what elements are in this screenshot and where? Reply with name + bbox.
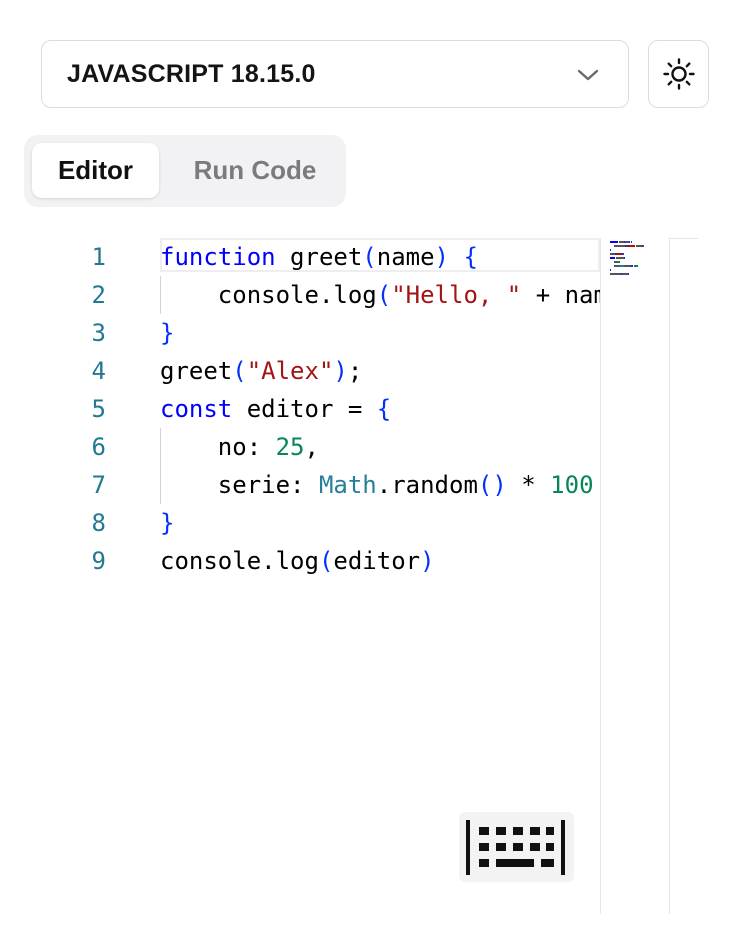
code-line: function greet(name) { [160,238,478,276]
line-number: 5 [91,395,106,423]
keyboard-icon [466,820,565,875]
line-number: 7 [91,471,106,499]
minimap-token [616,257,624,259]
sun-icon [662,58,695,90]
line-number: 1 [91,243,106,271]
tab-editor[interactable]: Editor [32,143,159,198]
code-token: } [160,509,175,537]
code-token: } [160,319,175,347]
code-line: } [160,314,174,352]
code-token: 25 [275,433,305,461]
minimap-token [631,241,632,243]
code-line: greet("Alex"); [160,352,362,390]
code-token: no: [160,433,276,461]
line-number: 8 [91,509,106,537]
code-token: () [477,471,507,499]
minimap-token [624,257,625,259]
code-token: + name [535,281,600,309]
code-token: ) [333,357,348,385]
code-token: ( [232,357,247,385]
chevron-down-icon [577,69,599,81]
code-token: "Alex" [246,357,334,385]
code-line: } [160,504,174,542]
tab-run-code[interactable]: Run Code [170,143,340,198]
mode-tabs: Editor Run Code [24,135,346,207]
minimap-token [626,245,635,247]
code-token: Math [318,471,377,499]
code-token: ; [347,357,363,385]
line-number: 3 [91,319,106,347]
minimap-token [610,249,611,251]
minimap-token [610,241,618,243]
code-token: * [506,471,551,499]
minimap-token [610,257,615,259]
line-number: 2 [91,281,106,309]
code-token: { [376,395,392,423]
code-token: ) [420,547,435,575]
minimap-token [624,265,631,267]
code-token: console.log [160,547,319,575]
minimap-token [643,245,644,247]
minimap-token [631,265,633,267]
code-token: "Hello, " [391,281,522,309]
code-token: ( [362,243,377,271]
minimap-token [635,265,638,267]
code-token: console.log [160,281,377,309]
minimap-token [623,253,624,255]
code-token: { [463,243,478,271]
code-line: serie: Math.random() * 100 [160,466,594,504]
minimap-divider [670,238,698,239]
minimap-token [629,241,630,243]
language-select-value: JAVASCRIPT 18.15.0 [67,59,316,88]
code-line: console.log("Hello, " + name); [160,276,600,314]
minimap-token [619,261,620,263]
code-token: 100 [550,471,594,499]
code-token: function [160,243,276,271]
minimap-token [610,273,621,275]
code-token: ( [318,547,334,575]
minimap-token [628,273,629,275]
keyboard-button[interactable] [459,812,574,882]
line-number: 6 [91,433,106,461]
theme-toggle-button[interactable] [648,40,709,108]
code-line: console.log(editor) [160,542,435,580]
code-token: greet [275,243,363,271]
code-token: serie: [160,471,319,499]
code-line: const editor = { [160,390,391,428]
code-line: no: 25, [160,428,319,466]
code-token: editor = [232,395,377,423]
minimap-token [614,245,625,247]
code-token: name [376,243,435,271]
code-minimap[interactable] [600,238,670,914]
minimap-token [610,269,611,271]
code-token: ) [434,243,449,271]
line-number: 9 [91,547,106,575]
code-token: editor [333,547,421,575]
code-token: .random [376,471,478,499]
code-token: , [304,433,319,461]
code-token: ( [376,281,392,309]
language-select[interactable]: JAVASCRIPT 18.15.0 [41,40,629,108]
code-token: const [160,395,233,423]
line-number: 4 [91,357,106,385]
code-token: greet [160,357,233,385]
